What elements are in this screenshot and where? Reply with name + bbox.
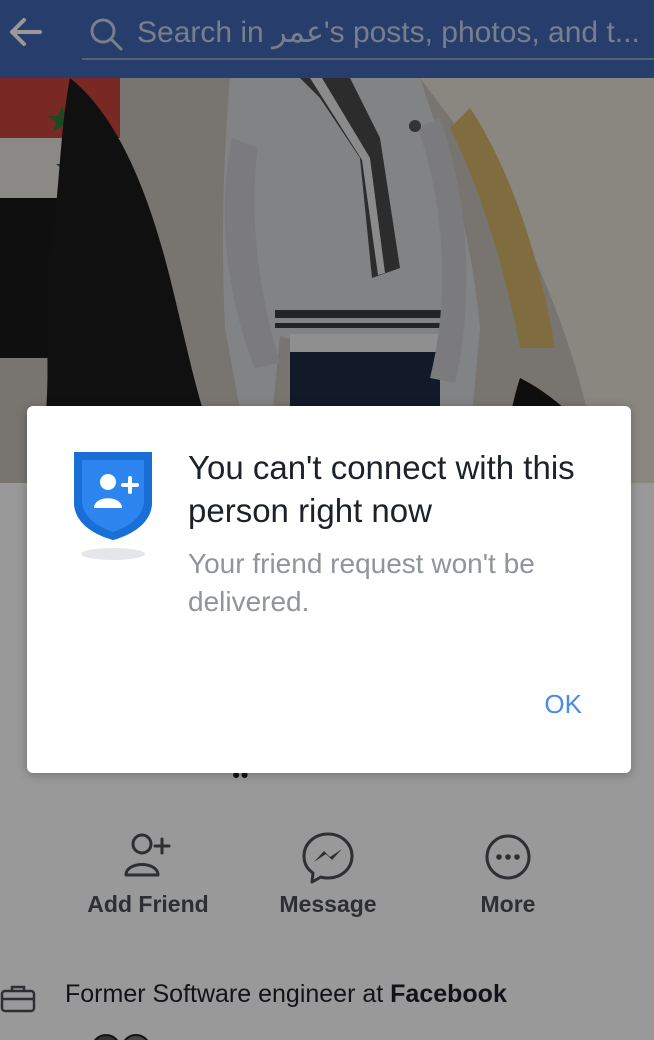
dialog-message: Your friend request won't be delivered. bbox=[188, 548, 535, 617]
dialog-title: You can't connect with this person right… bbox=[188, 449, 575, 529]
ok-button[interactable]: OK bbox=[540, 686, 586, 722]
profile-screen: Search in عمر's posts, photos, and t... bbox=[0, 0, 654, 1040]
shield-add-friend-icon bbox=[74, 452, 152, 560]
cannot-connect-dialog: You can't connect with this person right… bbox=[27, 406, 631, 773]
